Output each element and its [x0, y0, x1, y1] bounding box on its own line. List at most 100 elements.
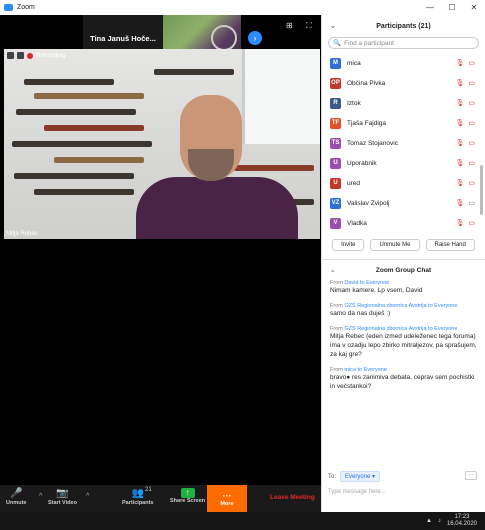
- more-button[interactable]: ··· More: [207, 485, 247, 512]
- wall-item: [34, 93, 144, 99]
- participant-name: ured: [347, 179, 361, 187]
- wall-item: [154, 69, 234, 75]
- camera-off-icon: ▭: [468, 60, 475, 67]
- avatar: TS: [330, 137, 341, 149]
- participant-name: Uporabnik: [347, 159, 377, 167]
- zoom-window: Zoom — ☐ ✕ Tina Januš Hoče... marjona › …: [0, 0, 485, 512]
- participant-row[interactable]: TS Tomaz Stojanovic 🎙 ▭: [322, 133, 485, 153]
- zoom-logo-icon: [4, 4, 13, 11]
- participants-icon: 👥: [131, 488, 144, 499]
- wall-item: [24, 79, 114, 85]
- gallery-view-icon[interactable]: ⊞: [286, 21, 293, 30]
- avatar: R: [330, 97, 341, 109]
- chat-message: From GZS Regionalna zbornica Avstrija to…: [330, 303, 477, 318]
- minimize-button[interactable]: —: [419, 0, 441, 15]
- title-bar: Zoom — ☐ ✕: [0, 0, 485, 15]
- avatar: M: [330, 57, 341, 69]
- participants-title: Participants (21): [376, 22, 431, 30]
- windows-taskbar: ▲ ♪ 17:23 16.04.2020: [0, 512, 485, 530]
- microphone-muted-icon: 🎙: [455, 220, 465, 227]
- share-screen-icon: ↑: [180, 488, 195, 498]
- volume-icon[interactable]: ♪: [438, 518, 441, 524]
- start-video-button[interactable]: 📷 Start Video: [48, 488, 77, 506]
- participant-row[interactable]: TF Tjaša Fajdiga 🎙 ▭: [322, 113, 485, 133]
- wall-item: [234, 165, 314, 171]
- avatar: OP: [330, 77, 341, 89]
- participant-row[interactable]: Mmica 🎙 ▭: [322, 53, 485, 73]
- microphone-muted-icon: 🎙: [455, 180, 465, 187]
- thumbnail-name: Tina Januš Hoče...: [90, 33, 156, 43]
- participant-row[interactable]: OP Občina Pivka 🎙 ▭: [322, 73, 485, 93]
- participant-name: Iztok: [347, 99, 361, 107]
- leave-meeting-button[interactable]: Leave Meeting: [270, 494, 315, 501]
- audio-options-caret[interactable]: ^: [39, 493, 42, 500]
- participant-name: Vladka: [347, 219, 367, 227]
- chat-text: bravo● res zanimiva debata, ceprav sem p…: [330, 374, 475, 390]
- window-title: Zoom: [17, 4, 35, 11]
- maximize-button[interactable]: ☐: [441, 0, 463, 15]
- participants-actions: Invite Unmute Me Raise Hand: [322, 239, 485, 251]
- microphone-muted-icon: 🎙: [455, 60, 465, 67]
- system-tray: ▲ ♪ 17:23 16.04.2020: [426, 514, 477, 528]
- wall-item: [34, 189, 134, 195]
- recording-dot-icon: [27, 52, 33, 59]
- video-options-caret[interactable]: ^: [86, 493, 89, 500]
- chat-input[interactable]: Type message here...: [328, 485, 478, 499]
- avatar: U: [330, 157, 341, 169]
- background-window: [242, 49, 320, 144]
- raise-hand-button[interactable]: Raise Hand: [425, 239, 475, 251]
- microphone-muted-icon: 🎙: [455, 100, 465, 107]
- to-label: To:: [328, 473, 337, 480]
- collapse-chevron-icon[interactable]: ⌄: [330, 22, 336, 30]
- chat-header: ⌄ Zoom Group Chat: [322, 260, 485, 280]
- participant-name: Tomaz Stojanovic: [347, 139, 398, 147]
- unmute-me-button[interactable]: Unmute Me: [370, 239, 420, 251]
- camera-icon: ▭: [468, 200, 475, 207]
- next-page-button[interactable]: ›: [248, 31, 262, 45]
- recipient-select[interactable]: Everyone ▾: [340, 471, 381, 482]
- unmute-button[interactable]: 🎤 Unmute: [6, 488, 26, 506]
- wall-item: [14, 173, 134, 179]
- chat-message: From GZS Regionalna zbornica Avstrija to…: [330, 326, 477, 359]
- participant-row[interactable]: VZ Valislav Zvipolj 🎙 ▭: [322, 193, 485, 213]
- avatar: TF: [330, 117, 341, 129]
- chat-text: samo da nas duješ :): [330, 310, 391, 317]
- camera-off-icon: ▭: [468, 120, 475, 127]
- clock-date: 16.04.2020: [446, 521, 477, 527]
- participant-row[interactable]: U Uporabnik 🎙 ▭: [322, 153, 485, 173]
- unmute-label: Unmute: [6, 500, 27, 506]
- participant-row[interactable]: R Iztok 🎙 ▭: [322, 93, 485, 113]
- microphone-muted-icon: 🎙: [455, 140, 465, 147]
- share-screen-label: Share Screen: [170, 498, 206, 504]
- search-placeholder: Find a participant: [344, 39, 394, 47]
- search-icon: 🔍: [333, 40, 342, 47]
- participant-name: Občina Pivka: [347, 79, 386, 87]
- speaker-body: [136, 177, 298, 239]
- participant-name: Tjaša Fajdiga: [347, 119, 387, 127]
- camera-off-icon: ▭: [468, 160, 475, 167]
- camera-off-icon: ▭: [468, 180, 475, 187]
- side-panel: ⌄ Participants (21) 🔍 Find a participant…: [321, 15, 485, 512]
- camera-off-icon: ▭: [468, 140, 475, 147]
- chat-more-icon[interactable]: ···: [465, 471, 477, 480]
- participant-search-input[interactable]: 🔍 Find a participant: [328, 37, 479, 49]
- record-icon: [7, 52, 14, 59]
- invite-button[interactable]: Invite: [332, 239, 365, 251]
- collapse-chevron-icon[interactable]: ⌄: [330, 266, 335, 274]
- fullscreen-icon[interactable]: ⛶: [306, 21, 312, 31]
- network-icon[interactable]: ▲: [426, 518, 432, 524]
- share-screen-button[interactable]: ↑ Share Screen: [170, 488, 205, 504]
- participants-scrollbar[interactable]: [480, 165, 483, 215]
- chat-message: From David to Everyone Nimam kamere. Lp v…: [330, 280, 477, 295]
- avatar: VZ: [330, 197, 341, 209]
- more-dots-icon: ···: [222, 490, 232, 501]
- participant-row[interactable]: V Vladka 🎙 ▭: [322, 213, 485, 233]
- chat-text: Nimam kamere. Lp vsem, David: [330, 287, 423, 294]
- avatar: V: [330, 217, 341, 229]
- participant-row[interactable]: Uured 🎙 ▭: [322, 173, 485, 193]
- close-button[interactable]: ✕: [463, 0, 485, 15]
- participant-name: mica: [347, 59, 361, 67]
- participants-header: ⌄ Participants (21): [322, 15, 485, 37]
- clock[interactable]: 17:23 16.04.2020: [447, 514, 477, 528]
- camera-off-icon: ▭: [468, 100, 475, 107]
